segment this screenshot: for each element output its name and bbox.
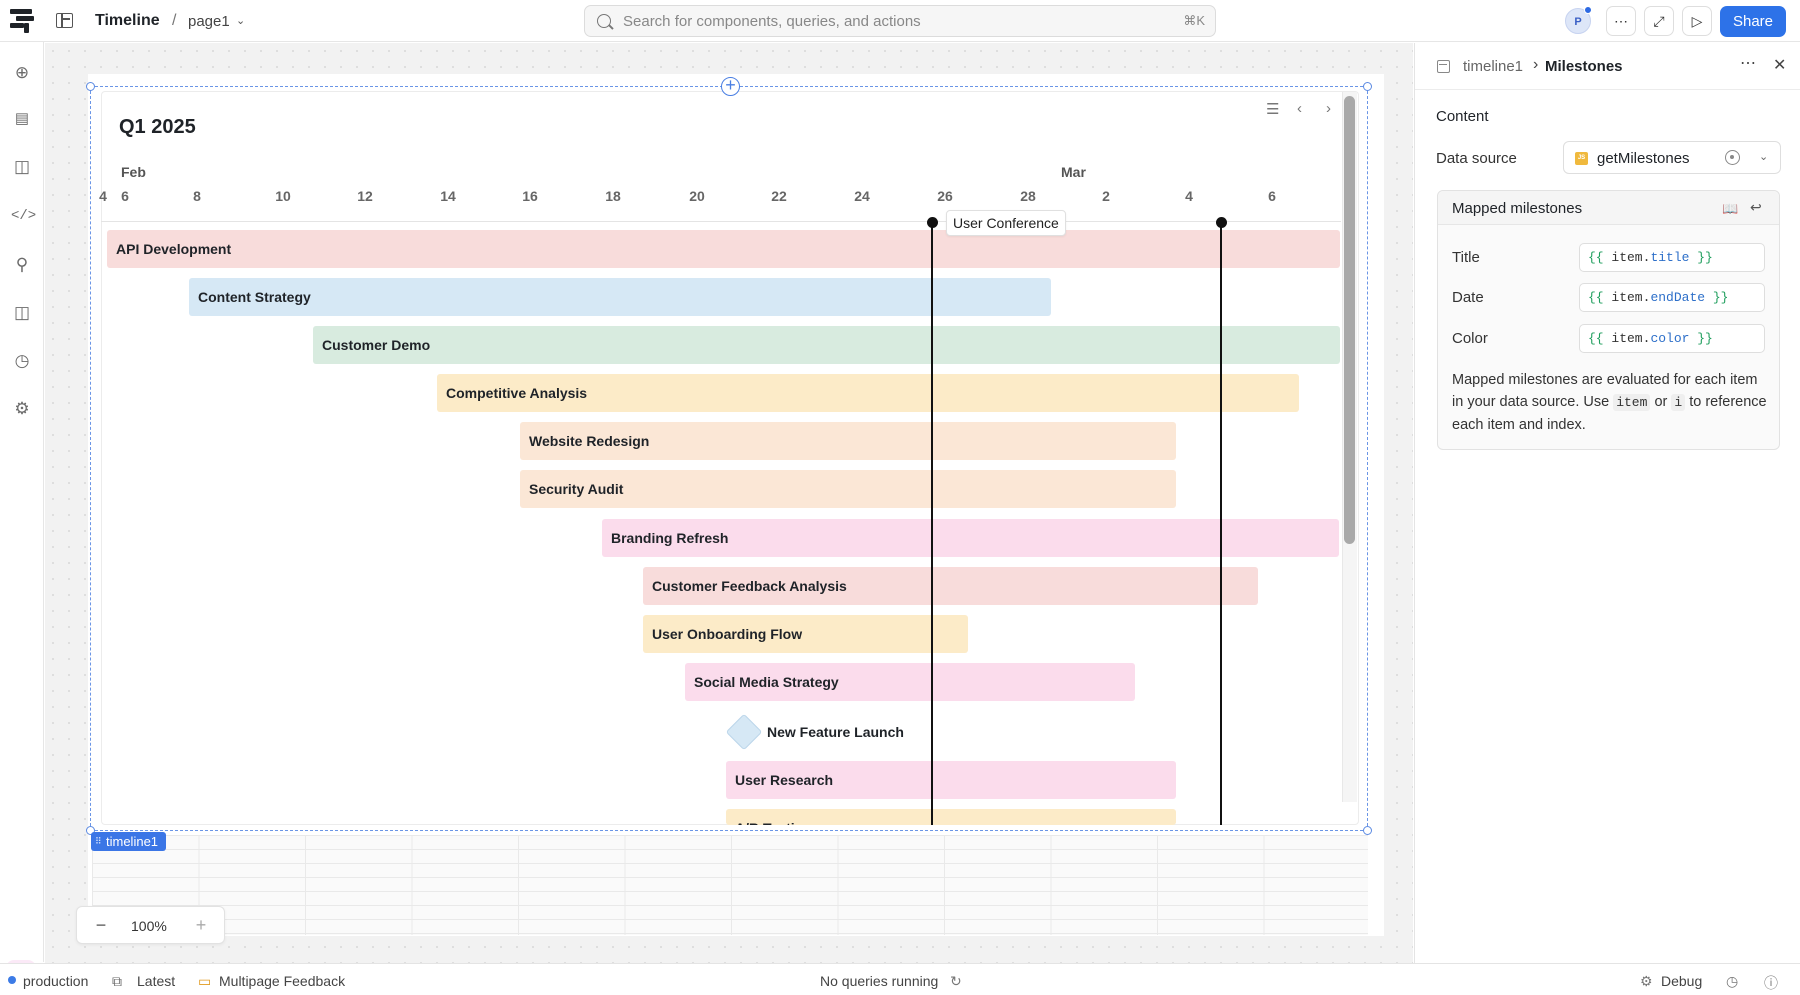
more-icon[interactable]: ⋯ bbox=[1606, 6, 1636, 36]
environment-selector[interactable]: production bbox=[23, 973, 88, 989]
data-source-value: getMilestones bbox=[1597, 150, 1690, 167]
field-label-date: Date bbox=[1452, 289, 1484, 306]
add-above-icon[interactable]: + bbox=[721, 76, 740, 96]
data-source-select[interactable]: JS getMilestones ⌄ bbox=[1563, 141, 1781, 174]
queries-status[interactable]: No queries running bbox=[820, 973, 938, 989]
mapped-milestones-title: Mapped milestones bbox=[1452, 200, 1583, 217]
sidebar-toggle-icon[interactable] bbox=[56, 13, 73, 28]
color-mapping-input[interactable]: {{ item.color }} bbox=[1579, 324, 1765, 353]
state-icon[interactable]: ◫ bbox=[11, 302, 33, 324]
search-icon[interactable]: ⚲ bbox=[11, 254, 33, 276]
unmap-icon[interactable]: ↩ bbox=[1750, 199, 1762, 216]
preview-play-icon[interactable]: ▷ bbox=[1682, 6, 1712, 36]
js-query-icon: JS bbox=[1575, 152, 1588, 165]
component-tree-icon[interactable]: ◫ bbox=[11, 156, 33, 178]
date-mapping-input[interactable]: {{ item.endDate }} bbox=[1579, 283, 1765, 312]
add-icon[interactable]: ⊕ bbox=[11, 62, 33, 84]
inspector-title: Milestones bbox=[1545, 58, 1623, 75]
top-bar: Timeline / page1 ⌄ ⌘K P ⋯ ⤢ ▷ Share bbox=[0, 0, 1800, 42]
gear-icon[interactable]: ⚙ bbox=[11, 398, 33, 420]
search-input[interactable] bbox=[623, 6, 1143, 36]
expand-icon[interactable]: ⤢ bbox=[1644, 6, 1674, 36]
history-icon[interactable]: ◷ bbox=[11, 350, 33, 372]
mapped-milestones-description: Mapped milestones are evaluated for each… bbox=[1452, 372, 1767, 433]
code-icon[interactable]: </> bbox=[11, 205, 36, 227]
status-bar: production ⧉ Latest ▭ Multipage Feedback… bbox=[0, 963, 1800, 995]
component-tag[interactable]: timeline1 bbox=[91, 832, 167, 851]
book-icon[interactable]: 📖 bbox=[1722, 201, 1738, 217]
breadcrumb-separator: › bbox=[1533, 56, 1539, 73]
content-section-title[interactable]: Content bbox=[1436, 108, 1489, 125]
chevron-down-icon[interactable]: ⌄ bbox=[1759, 150, 1768, 163]
zoom-in-icon[interactable]: + bbox=[189, 914, 213, 938]
selection-outline bbox=[90, 86, 1368, 831]
share-button[interactable]: Share bbox=[1720, 6, 1786, 37]
bug-icon: ⚙ bbox=[1640, 973, 1653, 989]
branch-selector[interactable]: Multipage Feedback bbox=[219, 973, 345, 989]
field-label-color: Color bbox=[1452, 330, 1488, 347]
page-selector[interactable]: page1 bbox=[188, 13, 230, 30]
tag-icon: ⧉ bbox=[112, 973, 122, 989]
zoom-level: 100% bbox=[131, 918, 167, 934]
close-icon[interactable]: ✕ bbox=[1773, 55, 1786, 75]
mapped-milestones-header: Mapped milestones 📖 ↩ bbox=[1438, 191, 1779, 225]
search-shortcut: ⌘K bbox=[1183, 13, 1205, 28]
debug-button[interactable]: Debug bbox=[1661, 973, 1702, 989]
refresh-icon[interactable]: ↻ bbox=[950, 973, 962, 990]
mapped-milestones-card: Mapped milestones 📖 ↩ Title {{ item.titl… bbox=[1437, 190, 1780, 450]
resize-handle[interactable] bbox=[1363, 826, 1372, 835]
field-label-title: Title bbox=[1452, 249, 1480, 266]
global-search[interactable]: ⌘K bbox=[584, 5, 1216, 37]
presence-dot bbox=[1584, 6, 1592, 14]
app-title[interactable]: Timeline bbox=[95, 12, 160, 30]
branch-icon: ▭ bbox=[198, 973, 212, 989]
search-icon bbox=[597, 14, 611, 28]
version-selector[interactable]: Latest bbox=[137, 973, 175, 989]
inspector-component-link[interactable]: timeline1 bbox=[1463, 58, 1523, 75]
title-mapping-input[interactable]: {{ item.title }} bbox=[1579, 243, 1765, 272]
inspector-panel: timeline1 › Milestones ⋯ ✕ Content Data … bbox=[1414, 43, 1800, 963]
retool-logo-icon[interactable] bbox=[10, 9, 36, 33]
zoom-control: − 100% + bbox=[76, 906, 225, 944]
left-rail: ⊕ ▤ ◫ </> ⚲ ◫ ◷ ⚙ ✦ bbox=[0, 42, 44, 990]
more-icon[interactable]: ⋯ bbox=[1740, 53, 1757, 73]
pages-icon[interactable]: ▤ bbox=[11, 108, 33, 130]
data-source-label: Data source bbox=[1436, 150, 1517, 167]
layout-grid bbox=[92, 835, 1368, 935]
crosshair-icon[interactable] bbox=[1725, 150, 1740, 165]
inspector-header: timeline1 › Milestones ⋯ ✕ bbox=[1415, 43, 1800, 90]
history-icon[interactable]: ◷ bbox=[1726, 973, 1738, 990]
zoom-out-icon[interactable]: − bbox=[89, 914, 113, 938]
environment-dot-icon bbox=[8, 976, 16, 984]
chevron-down-icon[interactable]: ⌄ bbox=[236, 14, 245, 27]
breadcrumb-separator: / bbox=[172, 12, 177, 29]
resize-handle[interactable] bbox=[1363, 82, 1372, 91]
help-icon[interactable]: ⓘ bbox=[1764, 973, 1778, 993]
calendar-icon bbox=[1437, 60, 1450, 73]
resize-handle[interactable] bbox=[86, 82, 95, 91]
